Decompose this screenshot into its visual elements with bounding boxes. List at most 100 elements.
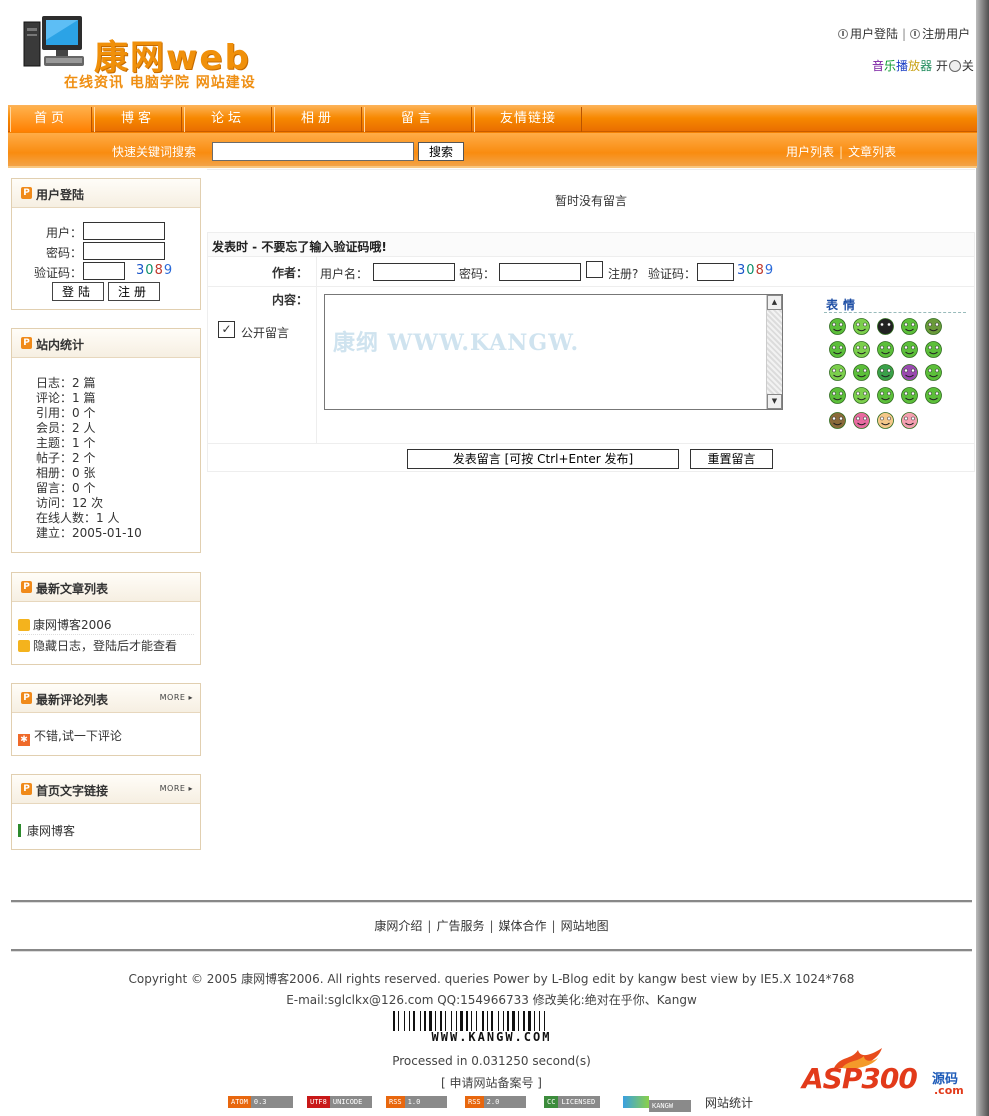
search-button[interactable]: 搜索 (418, 142, 464, 161)
more-label: MORE (159, 693, 186, 702)
emoticon-icon[interactable] (852, 411, 871, 430)
emoticon-icon[interactable] (828, 386, 847, 405)
tab-album[interactable]: 相册 (274, 107, 362, 132)
copyright-text: Copyright © 2005 康网博客2006. All rights re… (128, 972, 855, 986)
emoticon-icon[interactable] (828, 317, 847, 336)
username-input[interactable] (83, 222, 165, 240)
register-user-link[interactable]: 注册用户 (922, 27, 970, 41)
site-stats-link[interactable]: 网站统计 (705, 1094, 753, 1111)
tab-blog[interactable]: 博客 (94, 107, 182, 132)
emoticon-icon[interactable] (900, 317, 919, 336)
music-on-link[interactable]: 开 (936, 59, 948, 73)
footer-link-media[interactable]: 媒体合作 (499, 919, 547, 933)
text-link-item[interactable]: 康网博客 (18, 822, 75, 839)
utf8-badge[interactable]: UTF8 UNICODE (307, 1096, 372, 1108)
asp300-wordmark: ASP300 (802, 1062, 918, 1095)
clock-icon (948, 60, 961, 72)
cc-badge[interactable]: CC LICENSED (544, 1096, 601, 1108)
asp300-logo[interactable]: ASP300 源码 .com (802, 1046, 972, 1100)
emoticon-icon[interactable] (900, 363, 919, 382)
label-column-divider (316, 257, 317, 443)
register-checkbox[interactable] (586, 261, 603, 278)
public-message-checkbox[interactable]: ✓ (218, 321, 235, 338)
atom-badge[interactable]: ATOM 0.3 (228, 1096, 293, 1108)
asp300-com: .com (934, 1084, 964, 1097)
article-item[interactable]: 隐藏日志，登陆后才能查看 (18, 637, 177, 654)
emoticon-icon[interactable] (900, 340, 919, 359)
music-label-char: 器 (920, 59, 933, 73)
emoticons-title: 表情 (826, 298, 861, 312)
user-list-link[interactable]: 用户列表 (786, 145, 834, 159)
emoticon-icon[interactable] (852, 363, 871, 382)
submit-message-button[interactable]: 发表留言 [可按 Ctrl+Enter 发布] (407, 449, 679, 469)
emoticon-icon[interactable] (852, 340, 871, 359)
emoticon-icon[interactable] (900, 411, 919, 430)
stats-panel-header: P 站内统计 (12, 329, 200, 358)
tab-forum[interactable]: 论坛 (184, 107, 272, 132)
rss2-badge[interactable]: RSS 2.0 (465, 1096, 526, 1108)
more-link[interactable]: MORE ▸ (160, 784, 193, 793)
footer-link-about[interactable]: 康网介绍 (374, 919, 422, 933)
password-input[interactable] (83, 242, 165, 260)
user-login-link[interactable]: 用户登陆 (850, 27, 898, 41)
latest-comments-header: P 最新评论列表 MORE ▸ (12, 684, 200, 713)
comment-item[interactable]: ✱ 不错,试一下评论 (18, 727, 122, 746)
tab-home[interactable]: 首页 (10, 107, 92, 132)
emoticon-icon[interactable] (876, 317, 895, 336)
register-label: 注册? (608, 267, 639, 281)
window-frame-edge (976, 0, 989, 1116)
panel-title: 最新文章列表 (36, 582, 109, 596)
login-panel-header: P 用户登陆 (12, 179, 200, 208)
emoticon-icon[interactable] (876, 363, 895, 382)
rss1-badge[interactable]: RSS 1.0 (386, 1096, 447, 1108)
emoticon-icon[interactable] (828, 363, 847, 382)
username-label: 用户名： (320, 267, 369, 281)
emoticon-icon[interactable] (876, 411, 895, 430)
barcode-logo[interactable]: WWW.KANGW.COM (393, 1011, 590, 1044)
emoticon-icon[interactable] (924, 363, 943, 382)
search-input[interactable] (212, 142, 414, 161)
more-link[interactable]: MORE ▸ (160, 693, 193, 702)
article-list-link[interactable]: 文章列表 (848, 145, 896, 159)
author-username-input[interactable] (373, 263, 455, 281)
textarea-scrollbar[interactable]: ▲ ▼ (766, 295, 782, 409)
emoticon-icon[interactable] (828, 411, 847, 430)
emoticon-icon[interactable] (900, 386, 919, 405)
login-button[interactable]: 登陆 (52, 282, 104, 301)
article-item[interactable]: 康网博客2006 (18, 616, 112, 633)
captcha-input[interactable] (83, 262, 125, 280)
music-off-link[interactable]: 关 (962, 59, 974, 73)
footer-link-sitemap[interactable]: 网站地图 (561, 919, 609, 933)
emoticon-icon[interactable] (924, 340, 943, 359)
emoticon-icon[interactable] (852, 317, 871, 336)
captcha-digit: 8 (154, 263, 164, 278)
emoticon-icon[interactable] (876, 340, 895, 359)
site-logo[interactable]: 康网web 在线资讯 电脑学院 网站建设 (22, 14, 267, 94)
panel-title: 用户登陆 (36, 188, 85, 202)
kangw-badge[interactable]: KANGW (623, 1096, 691, 1112)
music-label-char: 放 (908, 59, 921, 73)
emoticon-icon[interactable] (924, 317, 943, 336)
message-content-textarea[interactable]: 康纲 WWW.KANGW. ▲ ▼ (324, 294, 783, 410)
latest-articles-header: P 最新文章列表 (12, 573, 200, 602)
emoticon-icon[interactable] (876, 386, 895, 405)
music-label-char: 音 (872, 59, 885, 73)
author-password-input[interactable] (499, 263, 581, 281)
p-icon: P (21, 581, 32, 593)
tab-guestbook[interactable]: 留言 (364, 107, 472, 132)
badge-right: 0.3 (250, 1096, 293, 1108)
tab-friend-links[interactable]: 友情链接 (474, 107, 582, 132)
scroll-up-arrow-icon[interactable]: ▲ (767, 295, 782, 310)
latest-articles-panel: P 最新文章列表 康网博客2006 隐藏日志，登陆后才能查看 (11, 572, 201, 665)
form-captcha-input[interactable] (697, 263, 734, 281)
emoticon-icon[interactable] (852, 386, 871, 405)
text-links-panel: P 首页文字链接 MORE ▸ 康网博客 (11, 774, 201, 850)
emoticon-icon[interactable] (828, 340, 847, 359)
music-label-char: 乐 (884, 59, 897, 73)
emoticon-icon[interactable] (924, 386, 943, 405)
footer-link-ads[interactable]: 广告服务 (436, 919, 484, 933)
register-button[interactable]: 注册 (108, 282, 160, 301)
link-separator: | (551, 919, 556, 933)
reset-message-button[interactable]: 重置留言 (690, 449, 773, 469)
scroll-down-arrow-icon[interactable]: ▼ (767, 394, 782, 409)
